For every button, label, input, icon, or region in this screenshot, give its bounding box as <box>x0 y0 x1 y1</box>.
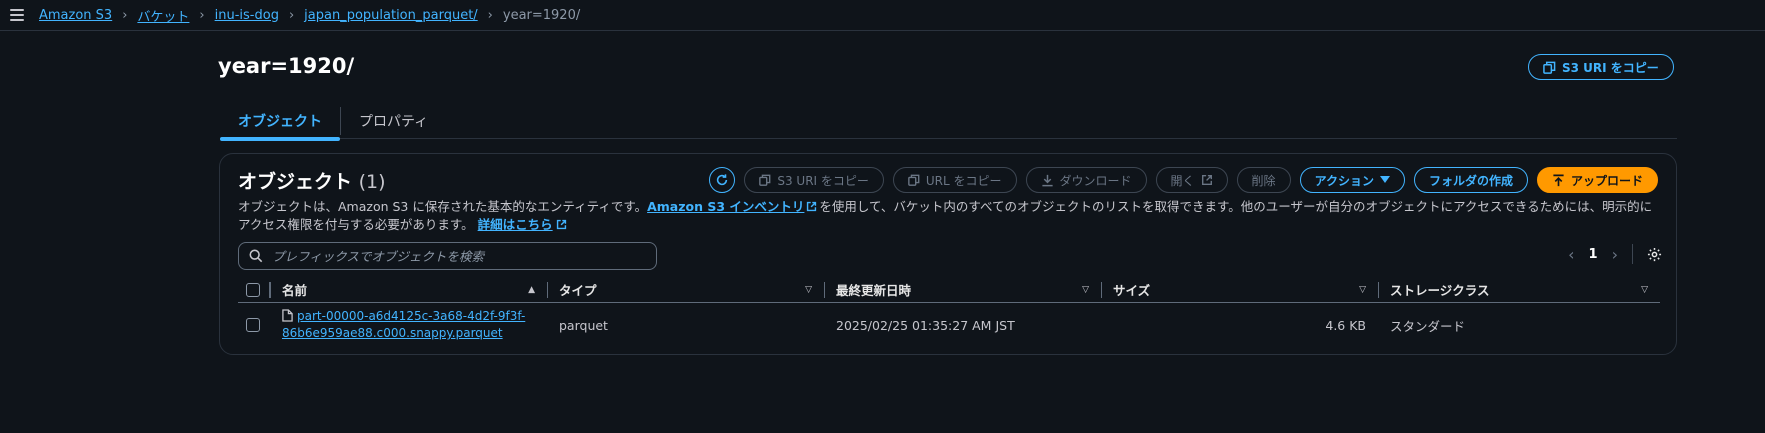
sort-ascending-icon: ▲ <box>528 284 535 295</box>
breadcrumb: Amazon S3 › バケット › inu-is-dog › japan_po… <box>39 6 580 25</box>
actions-label: アクション <box>1314 173 1374 188</box>
copy-icon <box>908 174 920 186</box>
cell-name: part-00000-a6d4125c-3a68-4d2f-9f3f-86b6e… <box>270 303 547 347</box>
page-title: year=1920/ <box>218 54 355 78</box>
copy-icon <box>1543 61 1556 74</box>
breadcrumb-separator-icon: › <box>288 7 295 23</box>
column-size-label: サイズ <box>1113 283 1151 298</box>
create-folder-label: フォルダの作成 <box>1428 173 1513 188</box>
column-storage-class-label: ストレージクラス <box>1390 283 1490 298</box>
tab-properties[interactable]: プロパティ <box>341 103 446 139</box>
sort-descending-icon: ▽ <box>805 284 812 295</box>
header-checkbox-cell <box>238 277 270 302</box>
column-header-type[interactable]: タイプ ▽ <box>547 277 824 302</box>
breadcrumb-folder[interactable]: japan_population_parquet/ <box>304 8 478 23</box>
pagination: ‹ 1 › <box>1568 244 1662 264</box>
sort-descending-icon: ▽ <box>1641 284 1648 295</box>
column-name-label: 名前 <box>282 283 308 298</box>
tab-list: オブジェクト プロパティ <box>220 103 1677 141</box>
cell-type: parquet <box>547 303 824 347</box>
sort-descending-icon: ▽ <box>1359 284 1366 295</box>
objects-toolbar: S3 URI をコピー URL をコピー ダウンロード 開く 削除 アクション … <box>709 167 1658 193</box>
menu-icon[interactable] <box>10 9 24 21</box>
external-link-icon <box>807 201 817 212</box>
column-modified-label: 最終更新日時 <box>836 283 912 298</box>
refresh-icon <box>717 174 728 186</box>
pagination-divider <box>1632 244 1633 264</box>
delete-label: 削除 <box>1251 173 1276 188</box>
copy-url-button[interactable]: URL をコピー <box>892 167 1017 193</box>
copy-s3-uri-toolbar-button[interactable]: S3 URI をコピー <box>744 167 884 193</box>
copy-s3-uri-toolbar-label: S3 URI をコピー <box>777 173 869 188</box>
description-text-1: オブジェクトは、Amazon S3 に保存された基本的なエンティティです。 <box>238 199 648 214</box>
caret-down-icon <box>1379 176 1390 183</box>
download-label: ダウンロード <box>1059 173 1132 188</box>
copy-s3-uri-button[interactable]: S3 URI をコピー <box>1528 54 1674 80</box>
chevron-left-icon[interactable]: ‹ <box>1568 245 1574 264</box>
breadcrumb-buckets[interactable]: バケット <box>137 6 189 25</box>
upload-button[interactable]: アップロード <box>1536 167 1658 193</box>
download-icon <box>1041 174 1053 186</box>
search-icon <box>249 249 263 263</box>
file-icon <box>282 309 293 322</box>
open-label: 開く <box>1170 173 1195 188</box>
copy-url-label: URL をコピー <box>925 173 1002 188</box>
object-size: 4.6 KB <box>1325 317 1366 333</box>
row-checkbox[interactable] <box>246 318 260 332</box>
table-header: 名前 ▲ タイプ ▽ 最終更新日時 ▽ サイズ ▽ ストレージクラス ▽ <box>238 277 1660 303</box>
objects-table: 名前 ▲ タイプ ▽ 最終更新日時 ▽ サイズ ▽ ストレージクラス ▽ par… <box>238 277 1660 347</box>
breadcrumb-current: year=1920/ <box>502 7 581 23</box>
row-checkbox-cell <box>238 303 270 347</box>
breadcrumb-bucket[interactable]: inu-is-dog <box>215 8 279 23</box>
objects-container: オブジェクト (1) S3 URI をコピー URL をコピー ダウンロード 開… <box>219 153 1677 355</box>
search-box <box>238 242 657 270</box>
open-button[interactable]: 開く <box>1155 167 1228 193</box>
objects-heading: オブジェクト (1) <box>238 167 386 194</box>
external-link-icon <box>1201 175 1212 185</box>
breadcrumb-separator-icon: › <box>487 7 493 23</box>
gear-icon[interactable] <box>1647 247 1662 262</box>
breadcrumb-amazon-s3[interactable]: Amazon S3 <box>39 8 112 23</box>
upload-label: アップロード <box>1570 173 1643 188</box>
download-button[interactable]: ダウンロード <box>1025 167 1147 193</box>
create-folder-button[interactable]: フォルダの作成 <box>1413 167 1528 193</box>
actions-dropdown[interactable]: アクション <box>1299 167 1405 193</box>
copy-icon <box>759 174 771 186</box>
external-link-icon <box>556 219 566 230</box>
upload-icon <box>1553 174 1564 186</box>
column-header-name[interactable]: 名前 ▲ <box>270 277 547 302</box>
objects-title: オブジェクト <box>238 171 353 193</box>
object-storage-class: スタンダード <box>1390 318 1466 334</box>
learn-more-link[interactable]: 詳細はこちら <box>478 217 553 232</box>
table-row[interactable]: part-00000-a6d4125c-3a68-4d2f-9f3f-86b6e… <box>238 303 1660 347</box>
top-navigation-bar: Amazon S3 › バケット › inu-is-dog › japan_po… <box>0 0 1765 31</box>
chevron-right-icon[interactable]: › <box>1612 245 1618 264</box>
sort-descending-icon: ▽ <box>1082 284 1089 295</box>
tab-objects[interactable]: オブジェクト <box>220 103 340 141</box>
breadcrumb-separator-icon: › <box>199 7 205 23</box>
breadcrumb-separator-icon: › <box>122 7 128 23</box>
column-type-label: タイプ <box>559 283 597 298</box>
page-number[interactable]: 1 <box>1589 247 1598 262</box>
object-type: parquet <box>559 317 608 333</box>
inventory-link[interactable]: Amazon S3 インベントリ <box>647 199 804 214</box>
object-name: part-00000-a6d4125c-3a68-4d2f-9f3f-86b6e… <box>282 309 526 340</box>
objects-count: (1) <box>358 171 386 193</box>
select-all-checkbox[interactable] <box>246 282 260 297</box>
cell-storage-class: スタンダード <box>1378 303 1660 347</box>
column-header-modified[interactable]: 最終更新日時 ▽ <box>824 277 1101 302</box>
search-input[interactable] <box>272 248 642 264</box>
delete-button[interactable]: 削除 <box>1236 167 1291 193</box>
cell-modified: 2025/02/25 01:35:27 AM JST <box>824 303 1101 347</box>
object-link[interactable]: part-00000-a6d4125c-3a68-4d2f-9f3f-86b6e… <box>282 308 532 342</box>
column-header-storage-class[interactable]: ストレージクラス ▽ <box>1378 277 1660 302</box>
copy-s3-uri-label: S3 URI をコピー <box>1562 60 1659 75</box>
cell-size: 4.6 KB <box>1101 303 1378 347</box>
object-modified: 2025/02/25 01:35:27 AM JST <box>836 317 1015 333</box>
refresh-button[interactable] <box>709 167 736 193</box>
column-header-size[interactable]: サイズ ▽ <box>1101 277 1378 302</box>
objects-description: オブジェクトは、Amazon S3 に保存された基本的なエンティティです。Ama… <box>238 198 1658 234</box>
